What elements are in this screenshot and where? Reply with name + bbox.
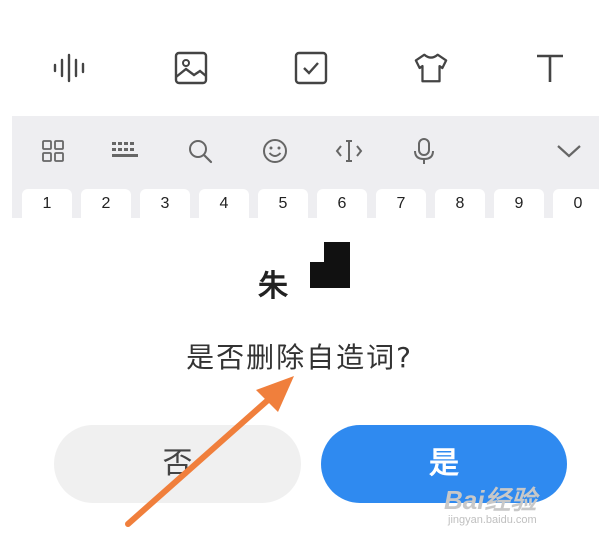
grid-icon[interactable] <box>38 136 68 166</box>
redaction-block <box>310 242 350 288</box>
baidu-watermark: Bai经验 jingyan.baidu.com <box>444 478 569 538</box>
emoji-icon[interactable] <box>260 136 290 166</box>
chevron-down-icon[interactable] <box>554 136 584 166</box>
search-icon[interactable] <box>185 136 215 166</box>
image-icon[interactable] <box>173 50 209 86</box>
watermark-logo: Bai经验 <box>444 485 537 515</box>
microphone-icon[interactable] <box>409 136 439 166</box>
dialog-message: 是否删除自造词? <box>186 341 413 374</box>
cursor-icon[interactable] <box>334 136 364 166</box>
no-button[interactable]: 否 <box>54 425 301 503</box>
tshirt-icon[interactable] <box>413 50 449 86</box>
text-icon[interactable] <box>532 50 568 86</box>
keyboard-panel: 1 2 3 4 5 6 7 8 9 0 <box>12 116 599 229</box>
editor-toolbar <box>0 0 599 116</box>
keyboard-icon[interactable] <box>110 136 140 166</box>
watermark-url: jingyan.baidu.com <box>448 514 537 526</box>
voice-wave-icon[interactable] <box>52 50 88 86</box>
checkbox-icon[interactable] <box>293 50 329 86</box>
dialog-title: 朱 <box>258 269 289 304</box>
